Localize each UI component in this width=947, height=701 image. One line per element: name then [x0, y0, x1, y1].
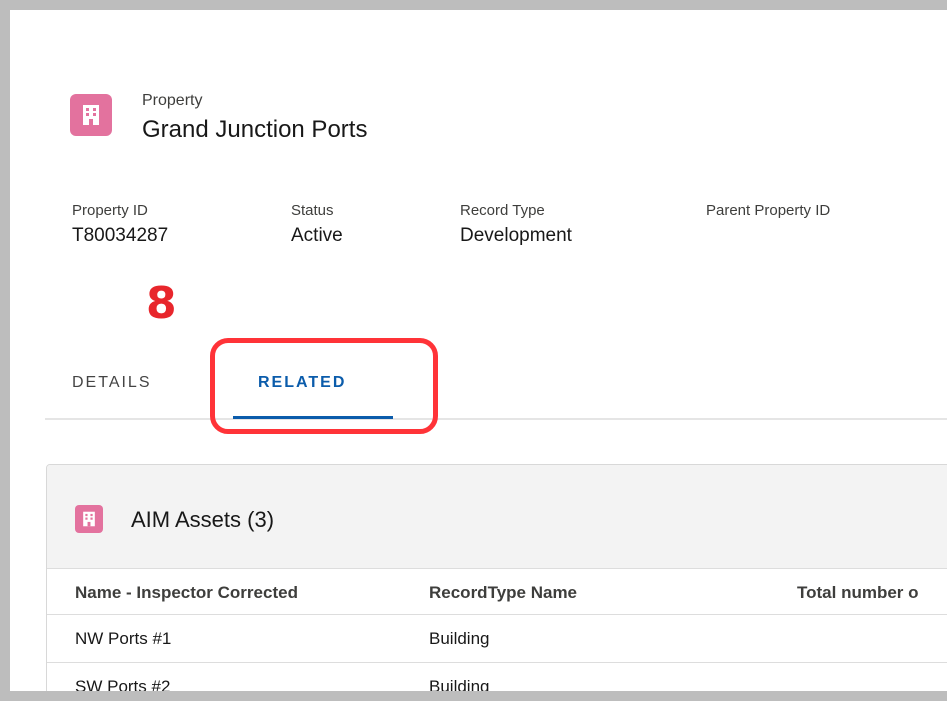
table-row: SW Ports #2 Building — [47, 663, 947, 696]
field-value: T80034287 — [72, 225, 169, 246]
record-title: Grand Junction Ports — [142, 116, 368, 143]
building-icon — [75, 505, 103, 533]
card-header: AIM Assets (3) — [47, 465, 947, 569]
tab-bar: DETAILS RELATED — [45, 350, 947, 420]
related-list-card: AIM Assets (3) Name - Inspector Correcte… — [46, 464, 947, 696]
field-parent-property-id: Parent Property ID — [706, 202, 830, 225]
column-header[interactable]: Name - Inspector Corrected — [75, 583, 298, 603]
field-value: Active — [291, 225, 343, 246]
object-label: Property — [142, 92, 203, 109]
field-property-id: Property ID T80034287 — [72, 202, 168, 247]
related-list-title[interactable]: AIM Assets (3) — [131, 507, 274, 533]
column-header[interactable]: RecordType Name — [429, 583, 577, 603]
field-label: Parent Property ID — [706, 202, 831, 219]
tab-details[interactable]: DETAILS — [72, 374, 152, 392]
field-status: Status Active — [291, 202, 343, 247]
table-row: NW Ports #1 Building — [47, 615, 947, 663]
field-label: Property ID — [72, 202, 148, 219]
asset-name-link[interactable]: SW Ports #2 — [75, 677, 170, 691]
building-icon — [70, 94, 112, 136]
asset-name-link[interactable]: NW Ports #1 — [75, 629, 171, 649]
field-label: Record Type — [460, 202, 545, 219]
screenshot-frame: Property Grand Junction Ports Property I… — [0, 0, 947, 701]
field-record-type: Record Type Development — [460, 202, 572, 247]
table-cell: Building — [429, 677, 490, 696]
column-header[interactable]: Total number o — [797, 583, 919, 603]
step-number-annotation: 8 — [146, 278, 177, 329]
table-header-row: Name - Inspector Corrected RecordType Na… — [47, 569, 947, 615]
field-label: Status — [291, 202, 334, 219]
related-list-table: Name - Inspector Corrected RecordType Na… — [47, 569, 947, 696]
highlight-annotation-box — [210, 338, 438, 434]
field-value: Development — [460, 225, 572, 246]
table-cell: Building — [429, 629, 490, 648]
